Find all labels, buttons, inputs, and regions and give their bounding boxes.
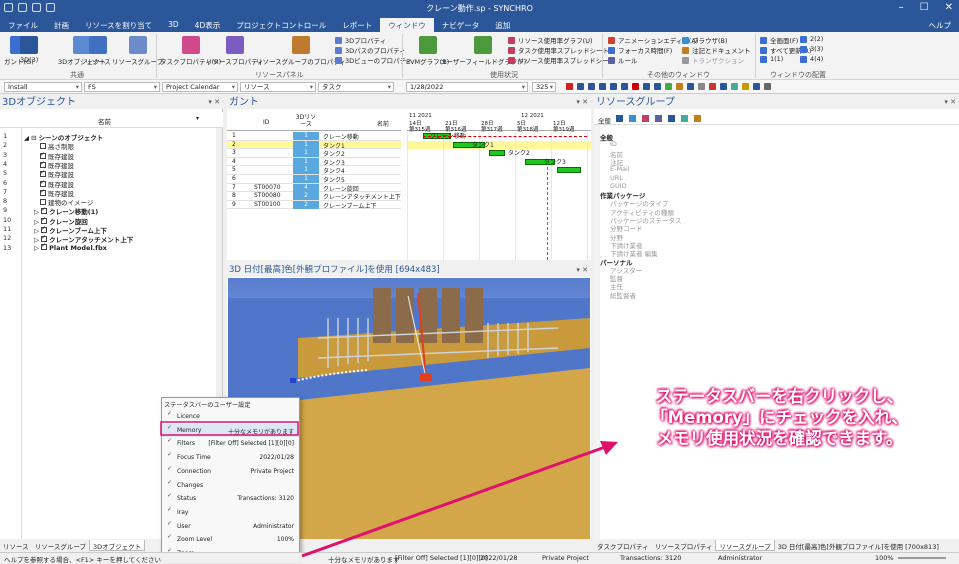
callout-arrow: [0, 0, 959, 563]
callout-text: ステータスバーを右クリックし、 「Memory」にチェックを入れ、 メモリ使用状…: [600, 386, 959, 449]
